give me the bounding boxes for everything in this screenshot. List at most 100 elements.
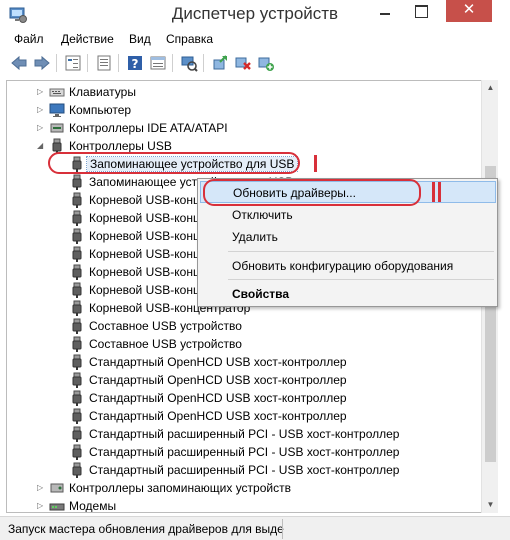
close-button[interactable]: ✕ [446,0,492,22]
tree-item-keyboards[interactable]: ▷ Клавиатуры [7,83,487,101]
usb-plug-icon [69,318,85,334]
tree-item-label: Стандартный OpenHCD USB хост-контроллер [89,355,347,369]
title-bar: Диспетчер устройств ✕ [0,0,510,30]
tree-item-label: Стандартный расширенный PCI - USB хост-к… [89,427,400,441]
collapse-arrow-icon[interactable]: ◢ [37,141,45,150]
menu-item-label: Отключить [232,208,293,222]
expand-arrow-icon[interactable]: ▷ [37,123,45,132]
scroll-down-icon[interactable]: ▼ [482,497,499,513]
menu-disable[interactable]: Отключить [200,204,496,226]
status-text: Запуск мастера обновления драйверов для … [8,522,284,536]
usb-plug-icon [69,210,85,226]
tree-item-ide-controllers[interactable]: ▷ Контроллеры IDE ATA/ATAPI [7,119,487,137]
modem-icon [49,498,65,512]
tree-view-icon[interactable] [64,54,82,72]
tree-item-usb-composite-device[interactable]: Составное USB устройство [7,335,487,353]
expand-arrow-icon[interactable]: ▷ [37,501,45,510]
toolbar-separator [172,54,173,72]
usb-plug-icon [69,336,85,352]
menu-item-label: Удалить [232,230,278,244]
menu-item-label: Свойства [232,287,290,301]
usb-plug-icon [69,354,85,370]
properties-sheet-icon[interactable] [95,54,113,72]
back-arrow-icon[interactable] [10,54,28,72]
tree-item-label: Стандартный расширенный PCI - USB хост-к… [89,445,400,459]
menu-remove[interactable]: Удалить [200,226,496,248]
highlight-annotation [48,152,300,174]
expand-arrow-icon[interactable]: ▷ [37,483,45,492]
add-device-icon[interactable] [257,54,275,72]
tree-item-pci-usb-controller[interactable]: Стандартный расширенный PCI - USB хост-к… [7,425,487,443]
usb-plug-icon [69,426,85,442]
tree-item-modems[interactable]: ▷ Модемы [7,497,487,513]
usb-plug-icon [69,372,85,388]
menu-scan-hardware[interactable]: Обновить конфигурацию оборудования [200,255,496,277]
menu-file[interactable]: Файл [14,32,44,46]
toolbar-separator [87,54,88,72]
highlight-annotation [203,179,421,206]
menu-properties[interactable]: Свойства [200,283,496,305]
tree-item-label: Компьютер [69,103,132,117]
forward-arrow-icon[interactable] [33,54,51,72]
storage-controller-icon [49,480,65,496]
usb-plug-icon [69,444,85,460]
tree-item-pci-usb-controller[interactable]: Стандартный расширенный PCI - USB хост-к… [7,461,487,479]
tree-item-label: Стандартный OpenHCD USB хост-контроллер [89,391,347,405]
status-bar: Запуск мастера обновления драйверов для … [0,516,510,540]
usb-plug-icon [69,228,85,244]
tree-item-pci-usb-controller[interactable]: Стандартный расширенный PCI - USB хост-к… [7,443,487,461]
view-details-icon[interactable] [149,54,167,72]
keyboard-icon [49,84,65,100]
menu-separator [228,251,494,252]
tree-item-label: Контроллеры USB [69,139,172,153]
tree-item-computer[interactable]: ▷ Компьютер [7,101,487,119]
usb-plug-icon [69,408,85,424]
minimize-button[interactable] [371,0,399,22]
menu-bar: Файл Действие Вид Справка [0,30,510,50]
toolbar-separator [56,54,57,72]
tree-item-label: Стандартный OpenHCD USB хост-контроллер [89,409,347,423]
menu-separator [228,279,494,280]
tree-item-openhcd-controller[interactable]: Стандартный OpenHCD USB хост-контроллер [7,407,487,425]
uninstall-device-icon[interactable] [234,54,252,72]
toolbar-separator [203,54,204,72]
usb-plug-icon [69,282,85,298]
menu-help[interactable]: Справка [166,32,213,46]
expand-arrow-icon[interactable]: ▷ [37,105,45,114]
tree-item-storage-controllers[interactable]: ▷ Контроллеры запоминающих устройств [7,479,487,497]
close-icon: ✕ [462,1,476,18]
computer-icon [49,102,65,118]
usb-plug-icon [69,192,85,208]
tree-item-label: Составное USB устройство [89,319,242,333]
help-icon[interactable]: ? [126,54,144,72]
scan-hardware-icon[interactable] [180,54,198,72]
menu-item-label: Обновить конфигурацию оборудования [232,259,454,273]
toolbar-separator [118,54,119,72]
tree-item-label: Клавиатуры [69,85,136,99]
svg-text:?: ? [132,57,139,71]
tree-item-usb-composite-device[interactable]: Составное USB устройство [7,317,487,335]
toolbar: ? [0,52,510,76]
usb-plug-icon [69,246,85,262]
expand-arrow-icon[interactable]: ▷ [37,87,45,96]
update-driver-icon[interactable] [211,54,229,72]
usb-plug-icon [69,264,85,280]
menu-view[interactable]: Вид [129,32,151,46]
usb-plug-icon [69,300,85,316]
highlight-annotation-mark [438,182,441,202]
ide-controller-icon [49,120,65,136]
tree-item-label: Стандартный расширенный PCI - USB хост-к… [89,463,400,477]
menu-action[interactable]: Действие [61,32,114,46]
scroll-up-icon[interactable]: ▲ [482,80,499,96]
tree-item-label: Модемы [69,499,117,513]
tree-item-openhcd-controller[interactable]: Стандартный OpenHCD USB хост-контроллер [7,389,487,407]
tree-item-openhcd-controller[interactable]: Стандартный OpenHCD USB хост-контроллер [7,353,487,371]
highlight-annotation-mark [314,155,317,172]
highlight-annotation-mark [432,182,435,202]
tree-item-label: Стандартный OpenHCD USB хост-контроллер [89,373,347,387]
tree-item-openhcd-controller[interactable]: Стандартный OpenHCD USB хост-контроллер [7,371,487,389]
tree-item-label: Контроллеры IDE ATA/ATAPI [69,121,228,135]
usb-plug-icon [69,462,85,478]
maximize-button[interactable] [407,0,435,22]
tree-item-label: Контроллеры запоминающих устройств [69,481,291,495]
